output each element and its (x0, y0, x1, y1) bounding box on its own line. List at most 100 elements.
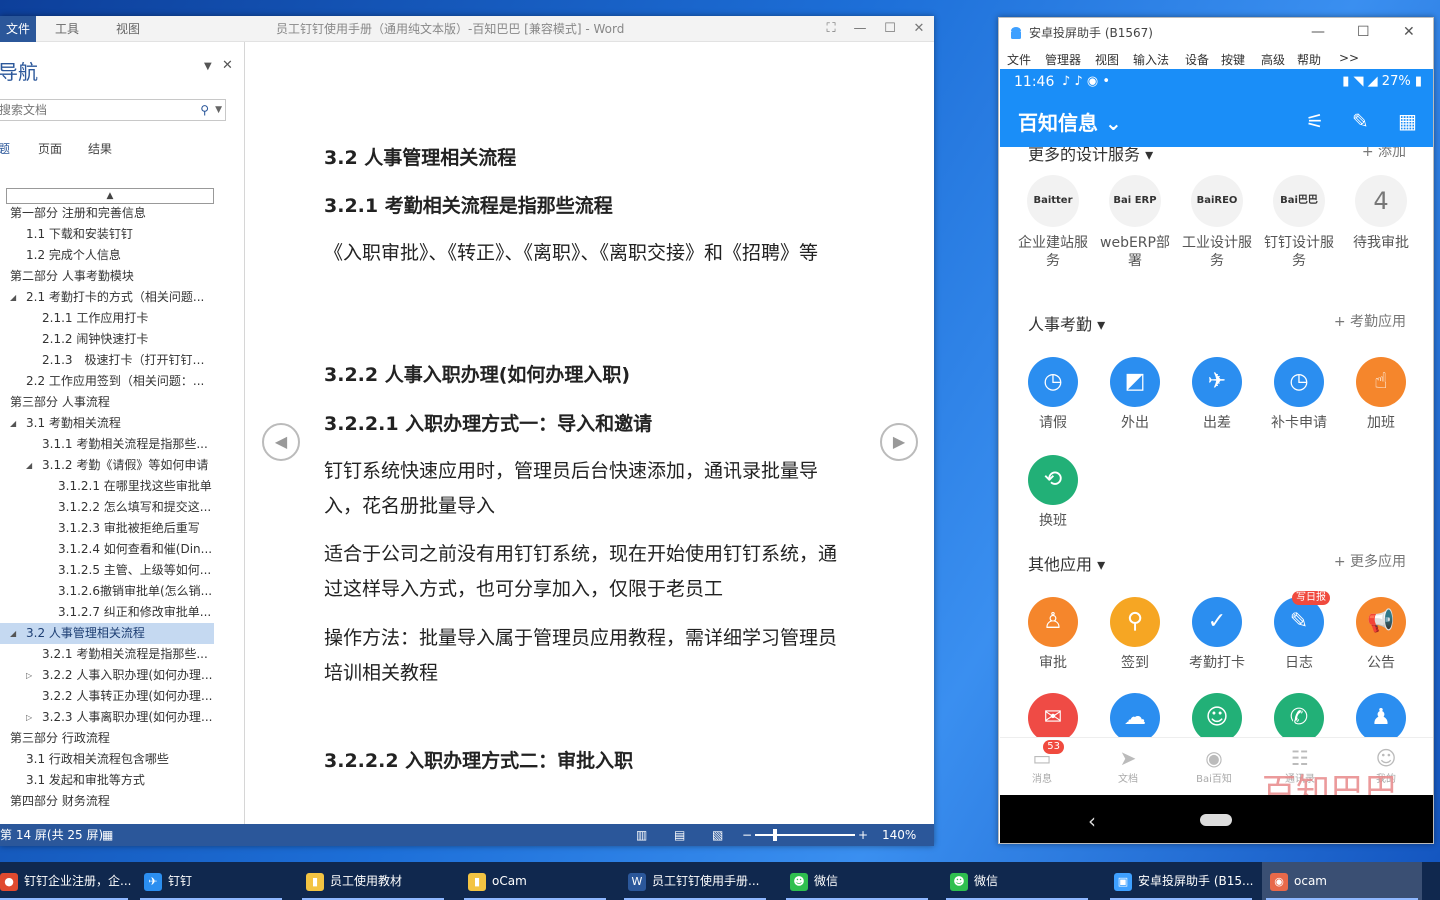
app-tile[interactable]: ◩ 外出 (1094, 357, 1176, 432)
collapse-triangle-icon[interactable]: ◢ (10, 623, 16, 644)
nav-heading-item[interactable]: 3.1 行政相关流程包含哪些 (0, 749, 244, 770)
app-tile[interactable]: ✈ 出差 (1176, 357, 1258, 432)
nav-heading-item[interactable]: 3.1.2.5 主管、上级等如何... (0, 560, 244, 581)
app-tile[interactable]: ☝ 加班 (1340, 357, 1422, 432)
expand-triangle-icon[interactable]: ▷ (26, 707, 32, 728)
tab-file[interactable]: 文件 (0, 16, 37, 42)
fullscreen-icon[interactable]: ⛶ (822, 20, 840, 38)
nav-heading-item[interactable]: 第一部分 注册和完善信息 (0, 203, 244, 224)
taskbar-app-button[interactable]: W 员工钉钉使用手册... (620, 862, 770, 900)
nav-heading-item[interactable]: 3.2.1 考勤相关流程是指那些... (0, 644, 244, 665)
app-tile[interactable]: ♟ (1340, 693, 1422, 737)
app-tile[interactable]: ✆ (1258, 693, 1340, 737)
nav-heading-item[interactable]: 2.1.2 闹钟快速打卡 (0, 329, 244, 350)
android-menu-item[interactable]: 帮助 (1297, 51, 1321, 68)
search-document-input[interactable]: 搜索文档 ⚲ ▼ (0, 99, 226, 121)
nav-heading-item[interactable]: 3.1.2.7 纠正和修改审批单... (0, 602, 244, 623)
app-tile[interactable]: ✎ 写日报 日志 (1258, 591, 1340, 672)
app-tile[interactable]: ✉ (1012, 693, 1094, 737)
service-tile[interactable]: Bai巴巴 钉钉设计服务 (1258, 175, 1340, 270)
taskbar-app-button[interactable]: ☻ 微信 (942, 862, 1092, 900)
taskbar-app-button[interactable]: ▣ 安卓投屏助手 (B15... (1106, 862, 1256, 900)
chevron-down-icon[interactable]: ▼ (215, 100, 222, 120)
edit-icon[interactable]: ✎ (1352, 109, 1369, 133)
expand-triangle-icon[interactable]: ▷ (26, 665, 32, 686)
more-services-title[interactable]: 更多的设计服务 ▾ (1028, 147, 1153, 165)
grid-icon[interactable]: ▦ (1398, 109, 1417, 133)
zoom-in-icon[interactable]: + (858, 824, 868, 846)
organization-selector[interactable]: 百知信息 ⌄ (1018, 107, 1122, 136)
nav-heading-item[interactable]: 第二部分 人事考勤模块 (0, 266, 244, 287)
nav-heading-item[interactable]: 3.1.2.3 审批被拒绝后重写 (0, 518, 244, 539)
nav-heading-item[interactable]: 2.1.1 工作应用打卡 (0, 308, 244, 329)
taskbar-app-button[interactable]: ● 钉钉企业注册，企... (0, 862, 132, 900)
nav-heading-item[interactable]: 3.1.1 考勤相关流程是指那些... (0, 434, 244, 455)
print-layout-icon[interactable]: ▤ (674, 824, 685, 846)
app-tile[interactable]: ⚲ 签到 (1094, 597, 1176, 672)
bottom-tab[interactable]: ➤ 文档 (1098, 746, 1158, 785)
taskbar-app-button[interactable]: ◉ ocam (1262, 862, 1422, 900)
search-icon[interactable]: ⚲ (200, 100, 209, 120)
tab-headings[interactable]: 标题 (0, 140, 10, 157)
close-button[interactable]: ✕ (1403, 24, 1415, 40)
maximize-button[interactable]: ☐ (881, 20, 899, 38)
nav-heading-item[interactable]: 1.1 下载和安装钉钉 (0, 224, 244, 245)
pane-options-icon[interactable]: ▼ (204, 61, 212, 72)
collapse-triangle-icon[interactable]: ◢ (26, 455, 32, 476)
tab-pages[interactable]: 页面 (38, 140, 62, 157)
nav-heading-item[interactable]: 3.1 发起和审批等方式 (0, 770, 244, 791)
filter-icon[interactable]: ⚟ (1306, 109, 1324, 133)
zoom-out-icon[interactable]: − (742, 824, 752, 846)
back-icon[interactable]: ‹ (1088, 809, 1096, 833)
service-tile[interactable]: 4 待我审批 (1340, 175, 1422, 252)
zoom-level[interactable]: 140% (882, 824, 916, 846)
nav-heading-item[interactable]: ▷ 3.2.2 人事入职办理(如何办理... (0, 665, 244, 686)
app-tile[interactable]: 📢 公告 (1340, 597, 1422, 672)
nav-heading-item[interactable]: 3.2.2 人事转正办理(如何办理... (0, 686, 244, 707)
minimize-button[interactable]: — (851, 20, 869, 38)
nav-heading-item[interactable]: ◢ 3.2 人事管理相关流程 (0, 623, 214, 644)
bottom-tab[interactable]: ◉ Bai百知 (1184, 746, 1244, 785)
collapse-all-icon[interactable]: ▲ (6, 188, 214, 204)
nav-heading-item[interactable]: ◢ 3.1 考勤相关流程 (0, 413, 244, 434)
nav-heading-item[interactable]: 3.1.2.6撤销审批单(怎么销... (0, 581, 244, 602)
android-menu-item[interactable]: 设备 (1185, 51, 1209, 68)
nav-heading-item[interactable]: 3.1.2.1 在哪里找这些审批单 (0, 476, 244, 497)
android-menu-item[interactable]: 输入法 (1133, 51, 1169, 68)
nav-heading-item[interactable]: 2.1.3 极速打卡（打开钉钉自... (0, 350, 244, 371)
zoom-slider-handle[interactable] (773, 829, 777, 841)
android-menu-item[interactable]: 文件 (1007, 51, 1031, 68)
previous-page-button[interactable]: ◀ (262, 423, 300, 461)
more-apps-link[interactable]: + 更多应用 (1334, 551, 1406, 571)
collapse-triangle-icon[interactable]: ◢ (10, 413, 16, 434)
attendance-apps-link[interactable]: + 考勤应用 (1334, 311, 1406, 331)
app-tile[interactable]: ⟲ 换班 (1012, 455, 1094, 530)
nav-heading-item[interactable]: 3.1.2.4 如何查看和催(Din... (0, 539, 244, 560)
next-page-button[interactable]: ▶ (880, 423, 918, 461)
app-tile[interactable]: ☺ (1176, 693, 1258, 737)
app-tile[interactable]: ◷ 请假 (1012, 357, 1094, 432)
service-tile[interactable]: BaiREO 工业设计服务 (1176, 175, 1258, 270)
tab-tools[interactable]: 工具 (55, 16, 79, 42)
taskbar-app-button[interactable]: ▮ 员工使用教材 (298, 862, 448, 900)
taskbar-app-button[interactable]: ☻ 微信 (782, 862, 932, 900)
tab-view[interactable]: 视图 (116, 16, 140, 42)
nav-heading-item[interactable]: 3.1.2.2 怎么填写和提交这... (0, 497, 244, 518)
nav-heading-item[interactable]: ◢ 3.1.2 考勤《请假》等如何申请 (0, 455, 244, 476)
android-menu-item[interactable]: 按键 (1221, 51, 1245, 68)
nav-heading-item[interactable]: 第四部分 财务流程 (0, 791, 244, 812)
close-button[interactable]: ✕ (910, 20, 928, 38)
minimize-button[interactable]: — (1311, 24, 1325, 40)
nav-heading-item[interactable]: 第三部分 行政流程 (0, 728, 244, 749)
service-tile[interactable]: Baitter 企业建站服务 (1012, 175, 1094, 270)
nav-heading-item[interactable]: ▷ 3.2.3 人事离职办理(如何办理... (0, 707, 244, 728)
nav-heading-item[interactable]: ◢ 2.1 考勤打卡的方式（相关问题... (0, 287, 244, 308)
taskbar-app-button[interactable]: ✈ 钉钉 (136, 862, 286, 900)
service-tile[interactable]: Bai ERP webERP部署 (1094, 175, 1176, 270)
nav-heading-item[interactable]: 第三部分 人事流程 (0, 392, 244, 413)
collapse-triangle-icon[interactable]: ◢ (10, 287, 16, 308)
hr-section-title[interactable]: 人事考勤 ▾ (1028, 311, 1105, 335)
tab-results[interactable]: 结果 (88, 140, 112, 157)
bottom-tab[interactable]: ▭ 53 消息 (1012, 740, 1072, 785)
taskbar-app-button[interactable]: ▮ oCam (460, 862, 610, 900)
